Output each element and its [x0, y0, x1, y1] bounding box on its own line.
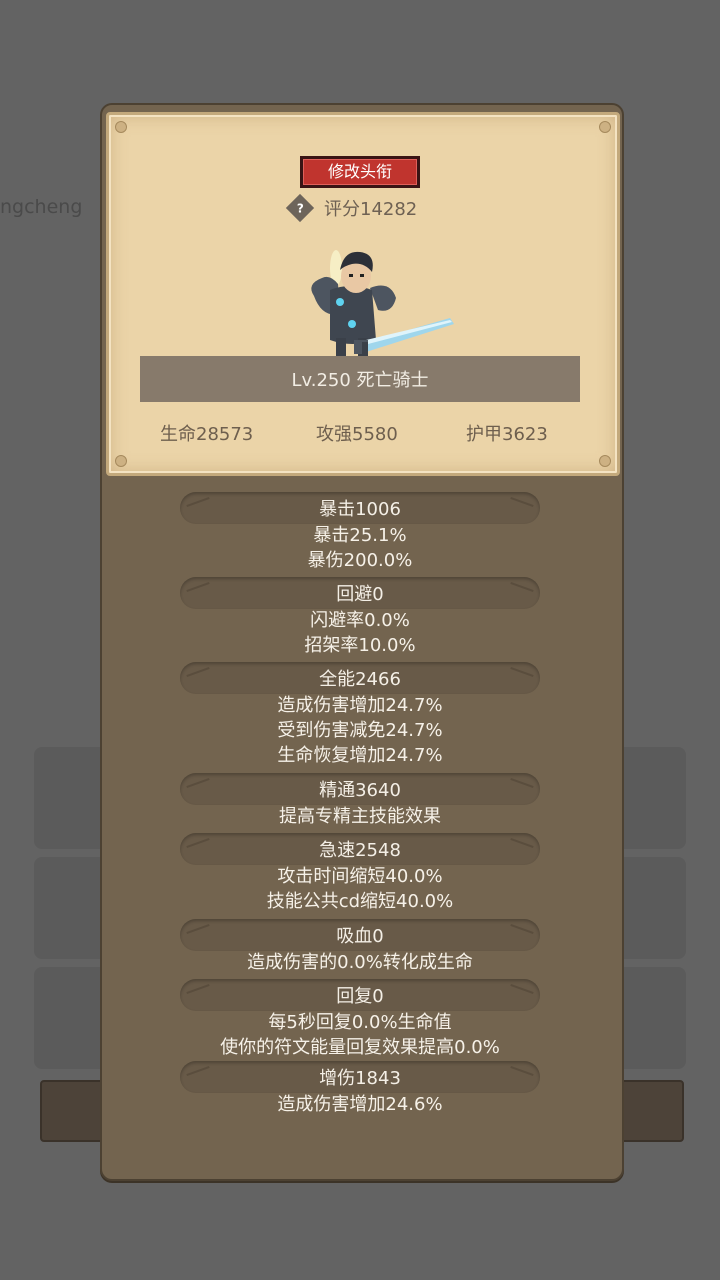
damage-bonus-effect: 造成伤害增加24.6% — [277, 1094, 443, 1115]
global-cd-reduction: 技能公共cd缩短40.0% — [266, 891, 454, 912]
lifesteal-effect: 造成伤害的0.0%转化成生命 — [247, 952, 473, 973]
mastery-header: 精通3640 — [180, 773, 540, 805]
help-icon[interactable]: ? — [285, 193, 315, 223]
corner-rivet — [115, 121, 127, 133]
score-row: ? 评分14282 — [285, 193, 418, 223]
corner-rivet — [115, 455, 127, 467]
damage-reduction: 受到伤害减免24.7% — [277, 720, 443, 741]
regen-header: 回复0 — [180, 979, 540, 1011]
attack-stat: 攻强5580 — [316, 424, 398, 445]
death-knight-avatar — [311, 250, 454, 370]
haste-header: 急速2548 — [180, 833, 540, 865]
lifesteal-header: 吸血0 — [180, 919, 540, 951]
dodge-header: 回避0 — [180, 577, 540, 609]
versatility-header: 全能2466 — [180, 662, 540, 694]
hp-stat: 生命28573 — [160, 424, 254, 445]
dodge-rate: 闪避率0.0% — [310, 610, 410, 631]
damage-increase: 造成伤害增加24.7% — [277, 695, 443, 716]
background-player-name: ngcheng — [0, 196, 83, 218]
mastery-effect: 提高专精主技能效果 — [279, 806, 441, 827]
rename-title-button[interactable]: 修改头衔 — [300, 156, 420, 188]
healing-increase: 生命恢复增加24.7% — [277, 745, 443, 766]
damage-bonus-header: 增伤1843 — [180, 1061, 540, 1093]
corner-rivet — [599, 455, 611, 467]
corner-rivet — [599, 121, 611, 133]
regen-rate: 每5秒回复0.0%生命值 — [268, 1012, 452, 1033]
crit-header: 暴击1006 — [180, 492, 540, 524]
rune-energy-regen: 使你的符文能量回复效果提高0.0% — [220, 1037, 500, 1058]
attack-time-reduction: 攻击时间缩短40.0% — [277, 866, 443, 887]
hero-level-class: Lv.250 死亡骑士 — [140, 356, 580, 402]
score-value: 评分14282 — [324, 199, 418, 220]
crit-rate: 暴击25.1% — [313, 525, 407, 546]
parry-rate: 招架率10.0% — [304, 635, 416, 656]
crit-damage: 暴伤200.0% — [307, 550, 413, 571]
armor-stat: 护甲3623 — [466, 424, 548, 445]
